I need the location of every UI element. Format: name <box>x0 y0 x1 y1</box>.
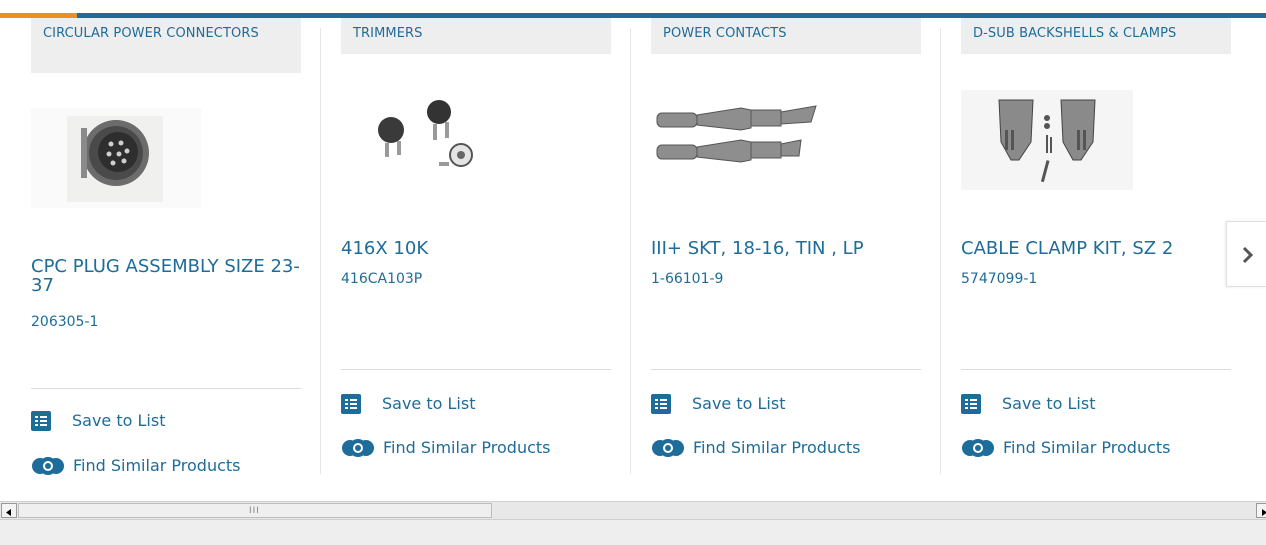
product-category[interactable]: D-SUB BACKSHELLS & CLAMPS <box>961 18 1231 54</box>
triangle-right-icon <box>1262 509 1266 516</box>
product-card: CIRCULAR POWER CONNECTORS CPC PLUG ASSEM… <box>31 18 321 477</box>
save-to-list-label: Save to List <box>692 394 786 413</box>
product-card: POWER CONTACTS III+ SKT, 18-16, TIN , LP… <box>651 18 941 474</box>
save-to-list-button[interactable]: Save to List <box>651 394 785 414</box>
find-similar-button[interactable]: Find Similar Products <box>341 437 551 459</box>
product-title[interactable]: III+ SKT, 18-16, TIN , LP <box>651 239 921 258</box>
part-number[interactable]: 5747099-1 <box>961 270 1037 288</box>
checklist-icon <box>961 394 981 414</box>
product-title[interactable]: CABLE CLAMP KIT, SZ 2 <box>961 239 1231 258</box>
scroll-right-button[interactable] <box>1256 503 1266 518</box>
checklist-icon <box>341 394 361 414</box>
find-similar-button[interactable]: Find Similar Products <box>961 437 1171 459</box>
bottom-panel <box>0 520 1266 545</box>
save-to-list-label: Save to List <box>382 394 476 413</box>
checklist-icon <box>651 394 671 414</box>
save-to-list-label: Save to List <box>1002 394 1096 413</box>
divider <box>31 388 301 389</box>
checklist-icon <box>31 411 51 431</box>
product-image[interactable] <box>961 90 1133 190</box>
product-image[interactable] <box>651 90 821 190</box>
scroll-left-button[interactable] <box>1 503 17 518</box>
product-category[interactable]: CIRCULAR POWER CONNECTORS <box>31 18 301 73</box>
horizontal-scrollbar[interactable]: III <box>0 501 1266 520</box>
find-similar-label: Find Similar Products <box>383 438 551 457</box>
product-title[interactable]: 416X 10K <box>341 239 611 258</box>
product-title[interactable]: CPC PLUG ASSEMBLY SIZE 23-37 <box>31 257 301 295</box>
similar-products-icon <box>32 457 64 475</box>
find-similar-label: Find Similar Products <box>1003 438 1171 457</box>
divider <box>651 369 921 370</box>
divider <box>341 369 611 370</box>
product-card: TRIMMERS 416X 10K 416CA103P Save to List… <box>341 18 631 474</box>
carousel-next-button[interactable] <box>1226 221 1266 287</box>
triangle-left-icon <box>6 509 11 516</box>
find-similar-label: Find Similar Products <box>693 438 861 457</box>
product-card: D-SUB BACKSHELLS & CLAMPS CABLE CLAMP KI… <box>961 18 1231 474</box>
similar-products-icon <box>652 439 684 457</box>
find-similar-button[interactable]: Find Similar Products <box>651 437 861 459</box>
similar-products-icon <box>962 439 994 457</box>
product-image[interactable] <box>341 90 511 190</box>
product-category[interactable]: TRIMMERS <box>341 18 611 54</box>
scrollbar-thumb[interactable]: III <box>18 503 492 518</box>
part-number[interactable]: 1-66101-9 <box>651 270 723 288</box>
similar-products-icon <box>342 439 374 457</box>
divider <box>961 369 1231 370</box>
save-to-list-label: Save to List <box>72 411 166 430</box>
part-number[interactable]: 416CA103P <box>341 270 422 288</box>
product-category[interactable]: POWER CONTACTS <box>651 18 921 54</box>
scrollbar-grip: III <box>249 506 260 516</box>
part-number[interactable]: 206305-1 <box>31 313 98 331</box>
find-similar-button[interactable]: Find Similar Products <box>31 455 241 477</box>
find-similar-label: Find Similar Products <box>73 456 241 475</box>
save-to-list-button[interactable]: Save to List <box>31 411 165 431</box>
save-to-list-button[interactable]: Save to List <box>961 394 1095 414</box>
product-image[interactable] <box>31 108 201 208</box>
chevron-right-icon <box>1242 246 1254 264</box>
save-to-list-button[interactable]: Save to List <box>341 394 475 414</box>
